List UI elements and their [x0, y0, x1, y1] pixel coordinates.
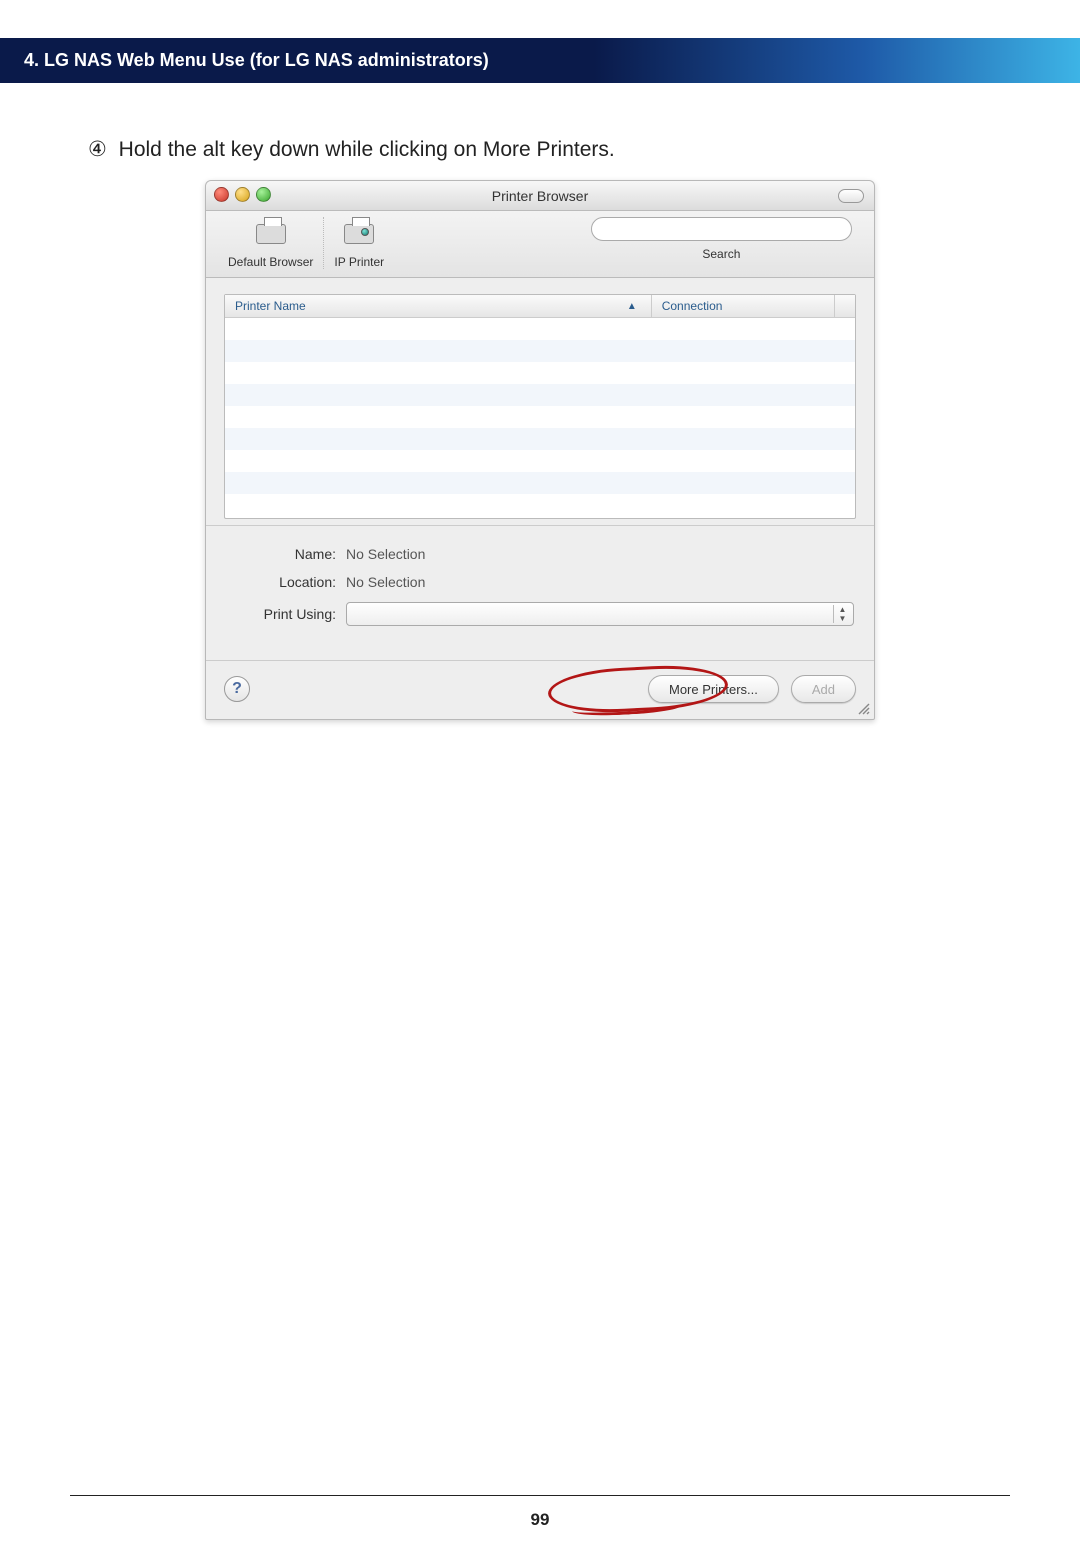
window-title: Printer Browser: [492, 188, 588, 204]
list-row: [225, 450, 855, 472]
list-row: [225, 494, 855, 516]
more-printers-button[interactable]: More Printers...: [648, 675, 779, 703]
window-titlebar[interactable]: Printer Browser: [206, 181, 874, 211]
step-instruction: ④ Hold the alt key down while clicking o…: [88, 137, 992, 162]
help-icon: ?: [232, 680, 242, 698]
printer-form: Name: No Selection Location: No Selectio…: [206, 525, 874, 660]
default-browser-label: Default Browser: [228, 255, 313, 269]
printer-browser-window: Printer Browser Default Browser IP Print…: [205, 180, 875, 720]
list-row: [225, 472, 855, 494]
name-label: Name:: [226, 546, 346, 562]
print-using-label: Print Using:: [226, 606, 346, 622]
scrollbar-header: [835, 295, 855, 317]
ip-printer-button[interactable]: IP Printer: [324, 217, 394, 269]
list-row: [225, 318, 855, 340]
page-number: 99: [0, 1510, 1080, 1530]
page-footer-rule: [70, 1495, 1010, 1496]
list-row: [225, 406, 855, 428]
list-row: [225, 362, 855, 384]
toolbar-toggle-icon[interactable]: [838, 189, 864, 203]
step-number: ④: [88, 137, 107, 162]
minimize-icon[interactable]: [235, 187, 250, 202]
default-browser-button[interactable]: Default Browser: [218, 217, 324, 269]
sort-ascending-icon: ▲: [627, 301, 637, 312]
column-printer-name[interactable]: Printer Name ▲: [225, 295, 652, 317]
location-label: Location:: [226, 574, 346, 590]
toolbar: Default Browser IP Printer Search: [206, 211, 874, 278]
ip-printer-icon: [337, 217, 381, 251]
list-header[interactable]: Printer Name ▲ Connection: [225, 295, 855, 318]
printer-list[interactable]: Printer Name ▲ Connection: [224, 294, 856, 519]
search-area: Search: [581, 217, 862, 261]
list-row: [225, 340, 855, 362]
printer-icon: [249, 217, 293, 251]
page-section-header: 4. LG NAS Web Menu Use (for LG NAS admin…: [0, 38, 1080, 83]
section-title: 4. LG NAS Web Menu Use (for LG NAS admin…: [24, 50, 489, 70]
print-using-select[interactable]: ▲▼: [346, 602, 854, 626]
column-connection[interactable]: Connection: [652, 295, 835, 317]
help-button[interactable]: ?: [224, 676, 250, 702]
name-value: No Selection: [346, 546, 854, 562]
ip-printer-label: IP Printer: [334, 255, 384, 269]
list-row: [225, 384, 855, 406]
search-input[interactable]: [591, 217, 852, 241]
list-body[interactable]: [225, 318, 855, 518]
zoom-icon[interactable]: [256, 187, 271, 202]
resize-grip-icon[interactable]: [856, 701, 870, 715]
location-value: No Selection: [346, 574, 854, 590]
button-bar: ? More Printers... Add: [206, 660, 874, 719]
list-row: [225, 428, 855, 450]
close-icon[interactable]: [214, 187, 229, 202]
printer-list-area: Printer Name ▲ Connection: [206, 278, 874, 525]
search-label: Search: [591, 247, 852, 261]
select-stepper-icon: ▲▼: [833, 605, 851, 623]
window-controls: [214, 187, 271, 202]
step-text: Hold the alt key down while clicking on …: [119, 138, 615, 161]
add-button[interactable]: Add: [791, 675, 856, 703]
